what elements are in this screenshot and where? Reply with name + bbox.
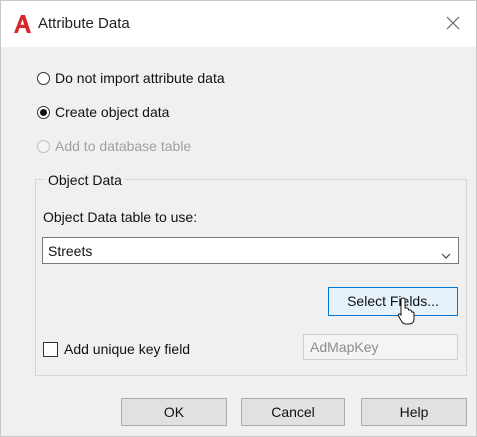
radio-label: Add to database table — [55, 138, 192, 154]
window-title: Attribute Data — [38, 15, 130, 32]
table-label: Object Data table to use: — [43, 209, 198, 225]
radio-label: Create object data — [55, 104, 170, 120]
unique-key-checkbox-row[interactable]: Add unique key field — [43, 341, 190, 357]
table-select-value: Streets — [48, 243, 93, 259]
autocad-a-icon — [12, 14, 32, 34]
attribute-data-dialog: Attribute Data Do not import attribute d… — [0, 0, 477, 437]
cancel-button[interactable]: Cancel — [241, 398, 345, 426]
help-button[interactable]: Help — [361, 398, 467, 426]
radio-add-to-database-table: Add to database table — [37, 138, 191, 154]
radio-button[interactable] — [37, 71, 50, 85]
radio-button-disabled — [37, 139, 50, 153]
ok-button[interactable]: OK — [121, 398, 227, 426]
mouse-pointer-icon — [397, 297, 415, 325]
close-button[interactable] — [436, 7, 470, 41]
radio-create-object-data[interactable]: Create object data — [37, 104, 169, 120]
radio-label: Do not import attribute data — [55, 70, 225, 86]
radio-button-selected[interactable] — [37, 105, 50, 119]
unique-key-label: Add unique key field — [64, 341, 191, 357]
unique-key-checkbox[interactable] — [43, 341, 58, 357]
group-title: Object Data — [45, 172, 125, 188]
select-fields-button[interactable]: Select Fields... — [328, 287, 458, 316]
title-bar: Attribute Data — [1, 1, 476, 47]
close-icon — [446, 16, 460, 33]
table-select[interactable]: Streets — [42, 237, 459, 264]
key-field-input: AdMapKey — [303, 334, 458, 360]
chevron-down-icon — [441, 247, 451, 259]
radio-do-not-import[interactable]: Do not import attribute data — [37, 70, 225, 86]
